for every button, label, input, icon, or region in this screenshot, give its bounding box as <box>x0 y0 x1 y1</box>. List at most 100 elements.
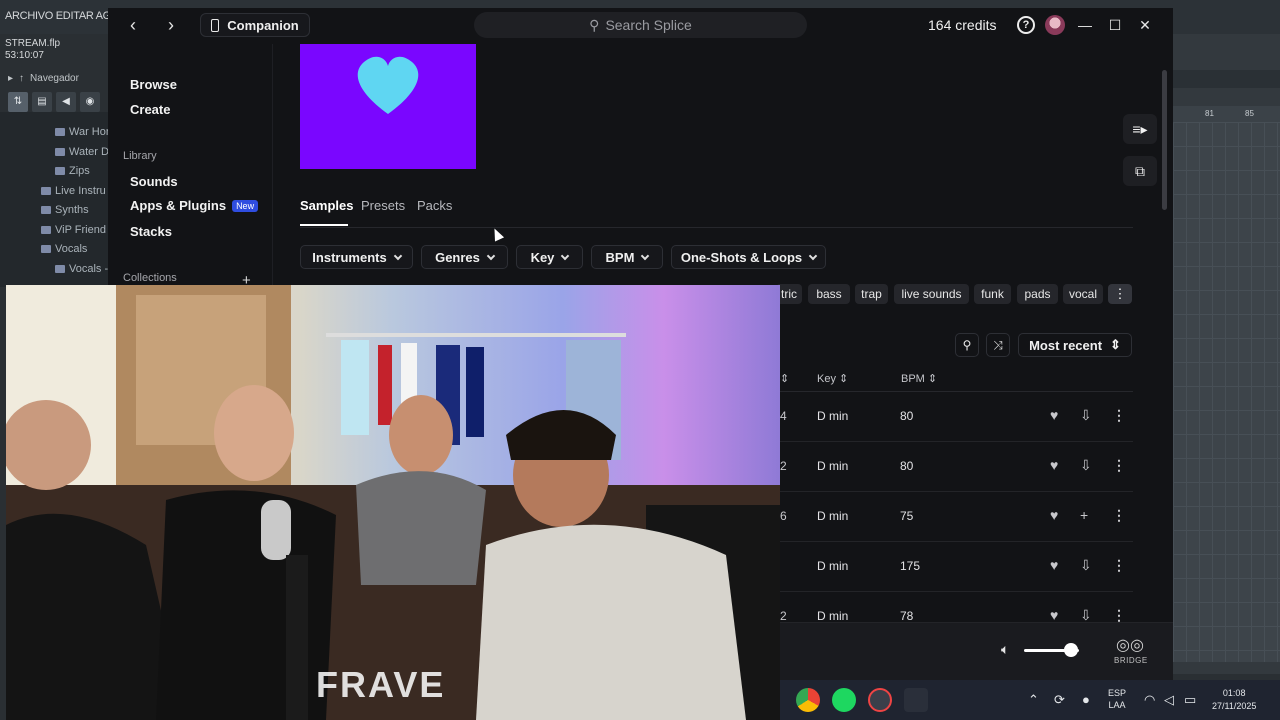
maximize-icon[interactable]: ☐ <box>1106 16 1124 34</box>
back-arrow-icon[interactable]: ‹ <box>123 16 143 36</box>
sample-row[interactable]: 6 D min 75 ♥ + ⋮ <box>780 492 1133 542</box>
tree-item[interactable]: War Hor <box>55 126 108 138</box>
tree-item[interactable]: Water D <box>55 146 108 158</box>
heart-icon[interactable]: ♥ <box>1050 457 1058 473</box>
sort-arrows-icon: ⇕ <box>1110 337 1121 352</box>
fl-playlist-titlebar <box>1173 70 1280 88</box>
download-icon[interactable]: ⇩ <box>1080 407 1092 424</box>
companion-button[interactable]: Companion <box>200 13 310 37</box>
download-icon[interactable]: ⇩ <box>1080 557 1092 574</box>
row-key: D min <box>817 609 849 622</box>
filter-genres[interactable]: Genres <box>421 245 508 269</box>
tag-chip[interactable]: funk <box>974 284 1011 304</box>
tag-chip[interactable]: live sounds <box>894 284 969 304</box>
sync-icon[interactable]: ⟳ <box>1054 692 1065 708</box>
heart-icon[interactable]: ♥ <box>1050 557 1058 573</box>
active-tab-indicator <box>300 224 348 226</box>
splice-app-icon[interactable] <box>904 688 928 712</box>
chevron-up-icon[interactable]: ⌃ <box>1028 692 1039 708</box>
tree-item[interactable]: Synths <box>41 204 89 216</box>
speaker-icon[interactable]: ◀ <box>56 92 76 112</box>
avatar[interactable] <box>1045 15 1065 35</box>
tab-samples[interactable]: Samples <box>300 198 353 213</box>
queue-icon[interactable]: ≡▸ <box>1123 114 1157 144</box>
sample-row[interactable]: D min 175 ♥ ⇩ ⋮ <box>780 542 1133 592</box>
filter-bpm[interactable]: BPM <box>591 245 663 269</box>
tag-chip[interactable]: pads <box>1017 284 1058 304</box>
chrome-icon[interactable] <box>796 688 820 712</box>
column-sort-icon[interactable]: ⇕ <box>780 372 789 385</box>
tree-item[interactable]: Zips <box>55 165 90 177</box>
sample-row[interactable]: 4 D min 80 ♥ ⇩ ⋮ <box>780 392 1133 442</box>
similar-sounds-icon[interactable]: ⧉ <box>1123 156 1157 186</box>
download-icon[interactable]: ⇩ <box>1080 607 1092 622</box>
filter-key[interactable]: Key <box>516 245 583 269</box>
microphone-icon[interactable]: ● <box>1082 692 1090 707</box>
volume-icon[interactable]: 🔈︎ <box>1001 641 1009 658</box>
shuffle-icon[interactable]: ⤨ <box>986 333 1010 357</box>
help-icon[interactable]: ? <box>1017 16 1035 34</box>
more-options-icon[interactable]: ⋮ <box>1112 407 1126 424</box>
fl-menu[interactable]: ARCHIVO EDITAR AGREGAR <box>5 10 109 22</box>
sample-row[interactable]: 2 D min 80 ♥ ⇩ ⋮ <box>780 442 1133 492</box>
more-options-icon[interactable]: ⋮ <box>1112 507 1126 524</box>
heart-icon[interactable]: ♥ <box>1050 507 1058 523</box>
search-results-icon[interactable]: ⚲ <box>955 333 979 357</box>
more-tags-icon[interactable]: ⋮ <box>1108 284 1132 304</box>
column-header-bpm[interactable]: BPM ⇕ <box>901 372 937 385</box>
column-header-key[interactable]: Key ⇕ <box>817 372 848 385</box>
sort-select[interactable]: Most recent ⇕ <box>1018 333 1132 357</box>
chevron-down-icon <box>486 251 496 260</box>
tree-item[interactable]: Live Instru <box>41 185 106 197</box>
fl-playlist-grid[interactable] <box>1173 122 1280 662</box>
sidebar-item-browse[interactable]: Browse <box>130 77 177 92</box>
sidebar-item-apps-plugins[interactable]: Apps & Plugins New <box>130 198 259 213</box>
tag-chip[interactable]: vocal <box>1063 284 1103 304</box>
forward-arrow-icon[interactable]: › <box>161 16 181 36</box>
folder-icon <box>41 226 51 234</box>
bridge-icon[interactable]: ◎◎ <box>1116 635 1144 655</box>
more-options-icon[interactable]: ⋮ <box>1112 457 1126 474</box>
heart-icon[interactable]: ♥ <box>1050 407 1058 423</box>
sample-row[interactable]: 2 D min 78 ♥ ⇩ ⋮ <box>780 592 1133 622</box>
minimize-icon[interactable]: — <box>1076 16 1094 34</box>
more-options-icon[interactable]: ⋮ <box>1112 557 1126 574</box>
tree-item[interactable]: ViP Friend <box>41 224 106 236</box>
fl-timeline-ruler[interactable]: 81 85 <box>1173 106 1280 122</box>
spotify-icon[interactable] <box>832 688 856 712</box>
file-icon[interactable]: ▤ <box>32 92 52 112</box>
arrow-up-icon[interactable]: ↑ <box>19 73 24 84</box>
taskbar-clock[interactable]: 01:08 27/11/2025 <box>1212 687 1256 713</box>
download-icon[interactable]: ⇩ <box>1080 457 1092 474</box>
heart-icon[interactable]: ♥ <box>1050 607 1058 622</box>
tab-packs[interactable]: Packs <box>417 198 452 213</box>
add-icon[interactable]: + <box>1080 507 1088 523</box>
tree-item[interactable]: Vocals - / <box>55 263 108 275</box>
tab-presets[interactable]: Presets <box>361 198 405 213</box>
folder-icon <box>41 245 51 253</box>
wifi-icon[interactable]: ◠ <box>1144 692 1155 708</box>
scrollbar[interactable] <box>1162 70 1167 210</box>
filter-instruments[interactable]: Instruments <box>300 245 413 269</box>
credits-counter[interactable]: 164 credits <box>928 17 996 33</box>
tree-item[interactable]: Vocals <box>41 243 87 255</box>
language-indicator[interactable]: ESP LAA <box>1108 687 1126 711</box>
waveform-icon[interactable]: ⇅ <box>8 92 28 112</box>
battery-icon[interactable]: ▭ <box>1184 692 1196 708</box>
tag-chip[interactable]: trap <box>855 284 888 304</box>
more-options-icon[interactable]: ⋮ <box>1112 607 1126 622</box>
arrow-right-icon[interactable]: ▸ <box>8 73 13 84</box>
obs-icon[interactable] <box>868 688 892 712</box>
sidebar-item-stacks[interactable]: Stacks <box>130 224 172 239</box>
globe-icon[interactable]: ◉ <box>80 92 100 112</box>
close-icon[interactable]: ✕ <box>1136 16 1154 34</box>
sidebar-item-sounds[interactable]: Sounds <box>130 174 178 189</box>
fl-navigator[interactable]: ▸ ↑ Navegador <box>0 70 108 86</box>
filter-one-shots-loops[interactable]: One-Shots & Loops <box>671 245 826 269</box>
search-input[interactable]: ⚲ Search Splice <box>474 12 807 38</box>
webcam-overlay-text: FRAVE <box>316 664 445 705</box>
volume-slider-handle[interactable] <box>1063 643 1078 657</box>
sidebar-item-create[interactable]: Create <box>130 102 170 117</box>
volume-tray-icon[interactable]: ◁ <box>1164 692 1174 708</box>
tag-chip[interactable]: bass <box>808 284 850 304</box>
